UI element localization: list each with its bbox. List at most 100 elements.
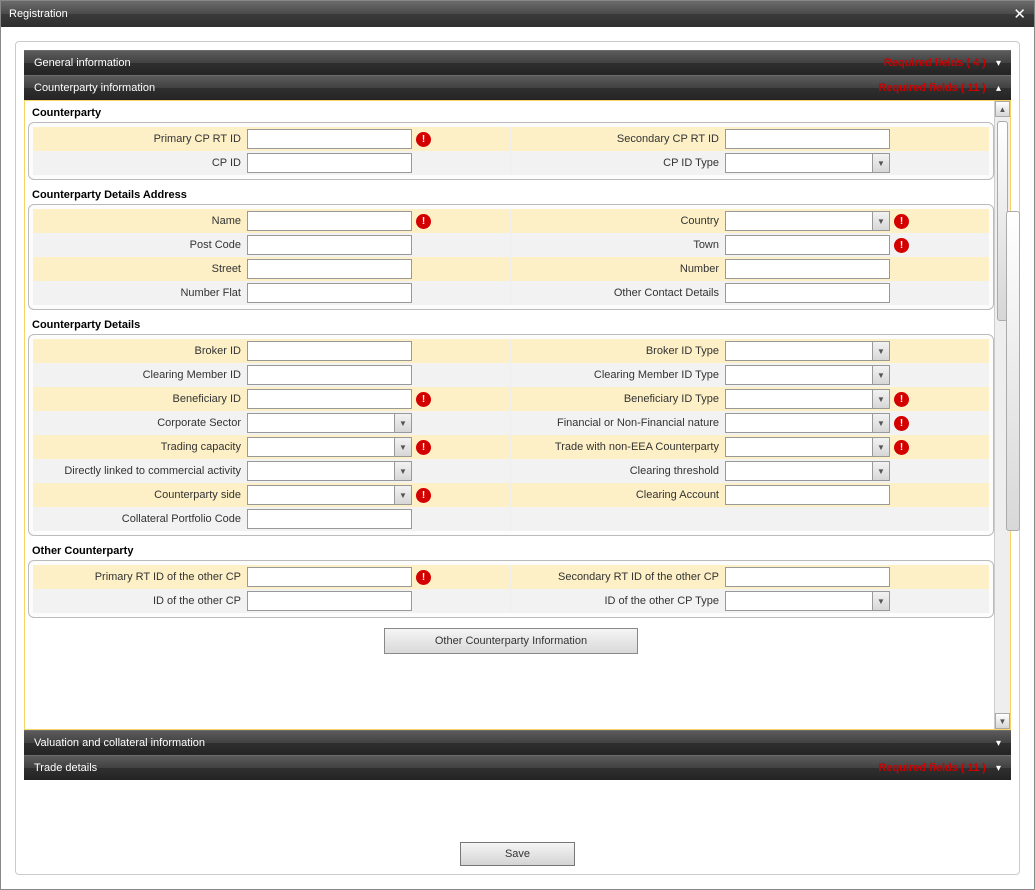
chevron-up-icon: ▴ xyxy=(996,83,1001,94)
chevron-down-icon: ▼ xyxy=(394,438,411,456)
directly-linked-to-commercial-activity-select[interactable]: ▼ xyxy=(247,461,412,481)
trade-with-non-eea-counterparty-label: Trade with non-EEA Counterparty xyxy=(515,441,725,453)
country-select[interactable]: ▼ xyxy=(725,211,890,231)
primary-rt-id-of-the-other-cp-input[interactable] xyxy=(247,567,412,587)
broker-id-input[interactable] xyxy=(247,341,412,361)
id-of-the-other-cp-type-select[interactable]: ▼ xyxy=(725,591,890,611)
form-row: Clearing Member ID Clearing Member ID Ty… xyxy=(33,363,989,387)
chevron-down-icon: ▼ xyxy=(872,212,889,230)
chevron-down-icon: ▼ xyxy=(872,390,889,408)
required-icon: ! xyxy=(416,214,431,229)
beneficiary-id-type-select[interactable]: ▼ xyxy=(725,389,890,409)
broker-id-type-select[interactable]: ▼ xyxy=(725,341,890,361)
required-fields-badge: Required fields ( 11 ) xyxy=(878,762,986,774)
group-cp: Counterparty Primary CP RT ID! Secondary… xyxy=(28,104,994,180)
corporate-sector-select[interactable]: ▼ xyxy=(247,413,412,433)
number-input[interactable] xyxy=(725,259,890,279)
group-addr-title: Counterparty Details Address xyxy=(28,186,994,204)
primary-rt-id-of-the-other-cp-label: Primary RT ID of the other CP xyxy=(37,571,247,583)
chevron-down-icon: ▼ xyxy=(872,462,889,480)
post-code-input[interactable] xyxy=(247,235,412,255)
section-valuation[interactable]: Valuation and collateral information ▾ xyxy=(24,730,1011,755)
counterparty-side-select[interactable]: ▼ xyxy=(247,485,412,505)
chevron-down-icon: ▼ xyxy=(394,462,411,480)
section-valuation-title: Valuation and collateral information xyxy=(34,737,205,749)
required-icon: ! xyxy=(894,392,909,407)
cp-id-type-select[interactable]: ▼ xyxy=(725,153,890,173)
secondary-cp-rt-id-label: Secondary CP RT ID xyxy=(515,133,725,145)
number-flat-input[interactable] xyxy=(247,283,412,303)
beneficiary-id-label: Beneficiary ID xyxy=(37,393,247,405)
id-of-the-other-cp-input[interactable] xyxy=(247,591,412,611)
group-addr: Counterparty Details Address Name! Count… xyxy=(28,186,994,310)
required-icon: ! xyxy=(894,440,909,455)
title-bar: Registration ✕ xyxy=(1,1,1034,27)
section-trade-title: Trade details xyxy=(34,762,97,774)
town-label: Town xyxy=(515,239,725,251)
counterparty-side-label: Counterparty side xyxy=(37,489,247,501)
save-button[interactable]: Save xyxy=(460,842,575,866)
clearing-account-label: Clearing Account xyxy=(515,489,725,501)
scroll-down-icon[interactable]: ▼ xyxy=(995,713,1010,729)
chevron-down-icon: ▼ xyxy=(872,154,889,172)
name-label: Name xyxy=(37,215,247,227)
town-input[interactable] xyxy=(725,235,890,255)
other-counterparty-info-button[interactable]: Other Counterparty Information xyxy=(384,628,638,654)
form-row: Primary CP RT ID! Secondary CP RT ID xyxy=(33,127,989,151)
chevron-down-icon: ▼ xyxy=(872,592,889,610)
trading-capacity-label: Trading capacity xyxy=(37,441,247,453)
street-label: Street xyxy=(37,263,247,275)
secondary-rt-id-of-the-other-cp-input[interactable] xyxy=(725,567,890,587)
beneficiary-id-input[interactable] xyxy=(247,389,412,409)
financial-or-non-financial-nature-select[interactable]: ▼ xyxy=(725,413,890,433)
chevron-down-icon: ▼ xyxy=(394,414,411,432)
close-icon[interactable]: ✕ xyxy=(1013,5,1026,23)
clearing-account-input[interactable] xyxy=(725,485,890,505)
form-row: Beneficiary ID! Beneficiary ID Type▼! xyxy=(33,387,989,411)
cp-id-input[interactable] xyxy=(247,153,412,173)
other-contact-details-label: Other Contact Details xyxy=(515,287,725,299)
street-input[interactable] xyxy=(247,259,412,279)
form-row: Broker ID Broker ID Type▼ xyxy=(33,339,989,363)
trading-capacity-select[interactable]: ▼ xyxy=(247,437,412,457)
beneficiary-id-type-label: Beneficiary ID Type xyxy=(515,393,725,405)
chevron-down-icon: ▼ xyxy=(872,366,889,384)
clearing-member-id-type-select[interactable]: ▼ xyxy=(725,365,890,385)
clearing-member-id-label: Clearing Member ID xyxy=(37,369,247,381)
chevron-down-icon: ▼ xyxy=(872,342,889,360)
directly-linked-to-commercial-activity-label: Directly linked to commercial activity xyxy=(37,465,247,477)
chevron-down-icon: ▾ xyxy=(996,58,1001,69)
section-trade[interactable]: Trade details Required fields ( 11 ) ▾ xyxy=(24,755,1011,780)
section-counterparty-title: Counterparty information xyxy=(34,82,155,94)
form-row: Primary RT ID of the other CP! Secondary… xyxy=(33,565,989,589)
scroll-up-icon[interactable]: ▲ xyxy=(995,101,1010,117)
primary-cp-rt-id-label: Primary CP RT ID xyxy=(37,133,247,145)
window-title: Registration xyxy=(9,8,68,20)
outer-scrollbar-thumb[interactable] xyxy=(1006,211,1020,531)
section-general-title: General information xyxy=(34,57,131,69)
section-general[interactable]: General information Required fields ( 4 … xyxy=(24,50,1011,75)
form-row: Trading capacity ▼! Trade with non-EEA Co… xyxy=(33,435,989,459)
form-row: Collateral Portfolio Code xyxy=(33,507,989,531)
registration-window: Registration ✕ General information Requi… xyxy=(0,0,1035,890)
section-counterparty[interactable]: Counterparty information Required fields… xyxy=(24,75,1011,100)
group-other: Other Counterparty Primary RT ID of the … xyxy=(28,542,994,618)
collateral-portfolio-code-label: Collateral Portfolio Code xyxy=(37,513,247,525)
clearing-member-id-input[interactable] xyxy=(247,365,412,385)
other-contact-details-input[interactable] xyxy=(725,283,890,303)
primary-cp-rt-id-input[interactable] xyxy=(247,129,412,149)
collateral-portfolio-code-input[interactable] xyxy=(247,509,412,529)
form-row: Post Code Town! xyxy=(33,233,989,257)
clearing-threshold-select[interactable]: ▼ xyxy=(725,461,890,481)
name-input[interactable] xyxy=(247,211,412,231)
broker-id-type-label: Broker ID Type xyxy=(515,345,725,357)
form-row: Name! Country▼! xyxy=(33,209,989,233)
trade-with-non-eea-counterparty-select[interactable]: ▼ xyxy=(725,437,890,457)
secondary-cp-rt-id-input[interactable] xyxy=(725,129,890,149)
clearing-threshold-label: Clearing threshold xyxy=(515,465,725,477)
required-fields-badge: Required fields ( 4 ) xyxy=(884,57,986,69)
form-row: Corporate Sector▼ Financial or Non-Finan… xyxy=(33,411,989,435)
form-row: CP ID CP ID Type▼ xyxy=(33,151,989,175)
cp-id-label: CP ID xyxy=(37,157,247,169)
number-flat-label: Number Flat xyxy=(37,287,247,299)
